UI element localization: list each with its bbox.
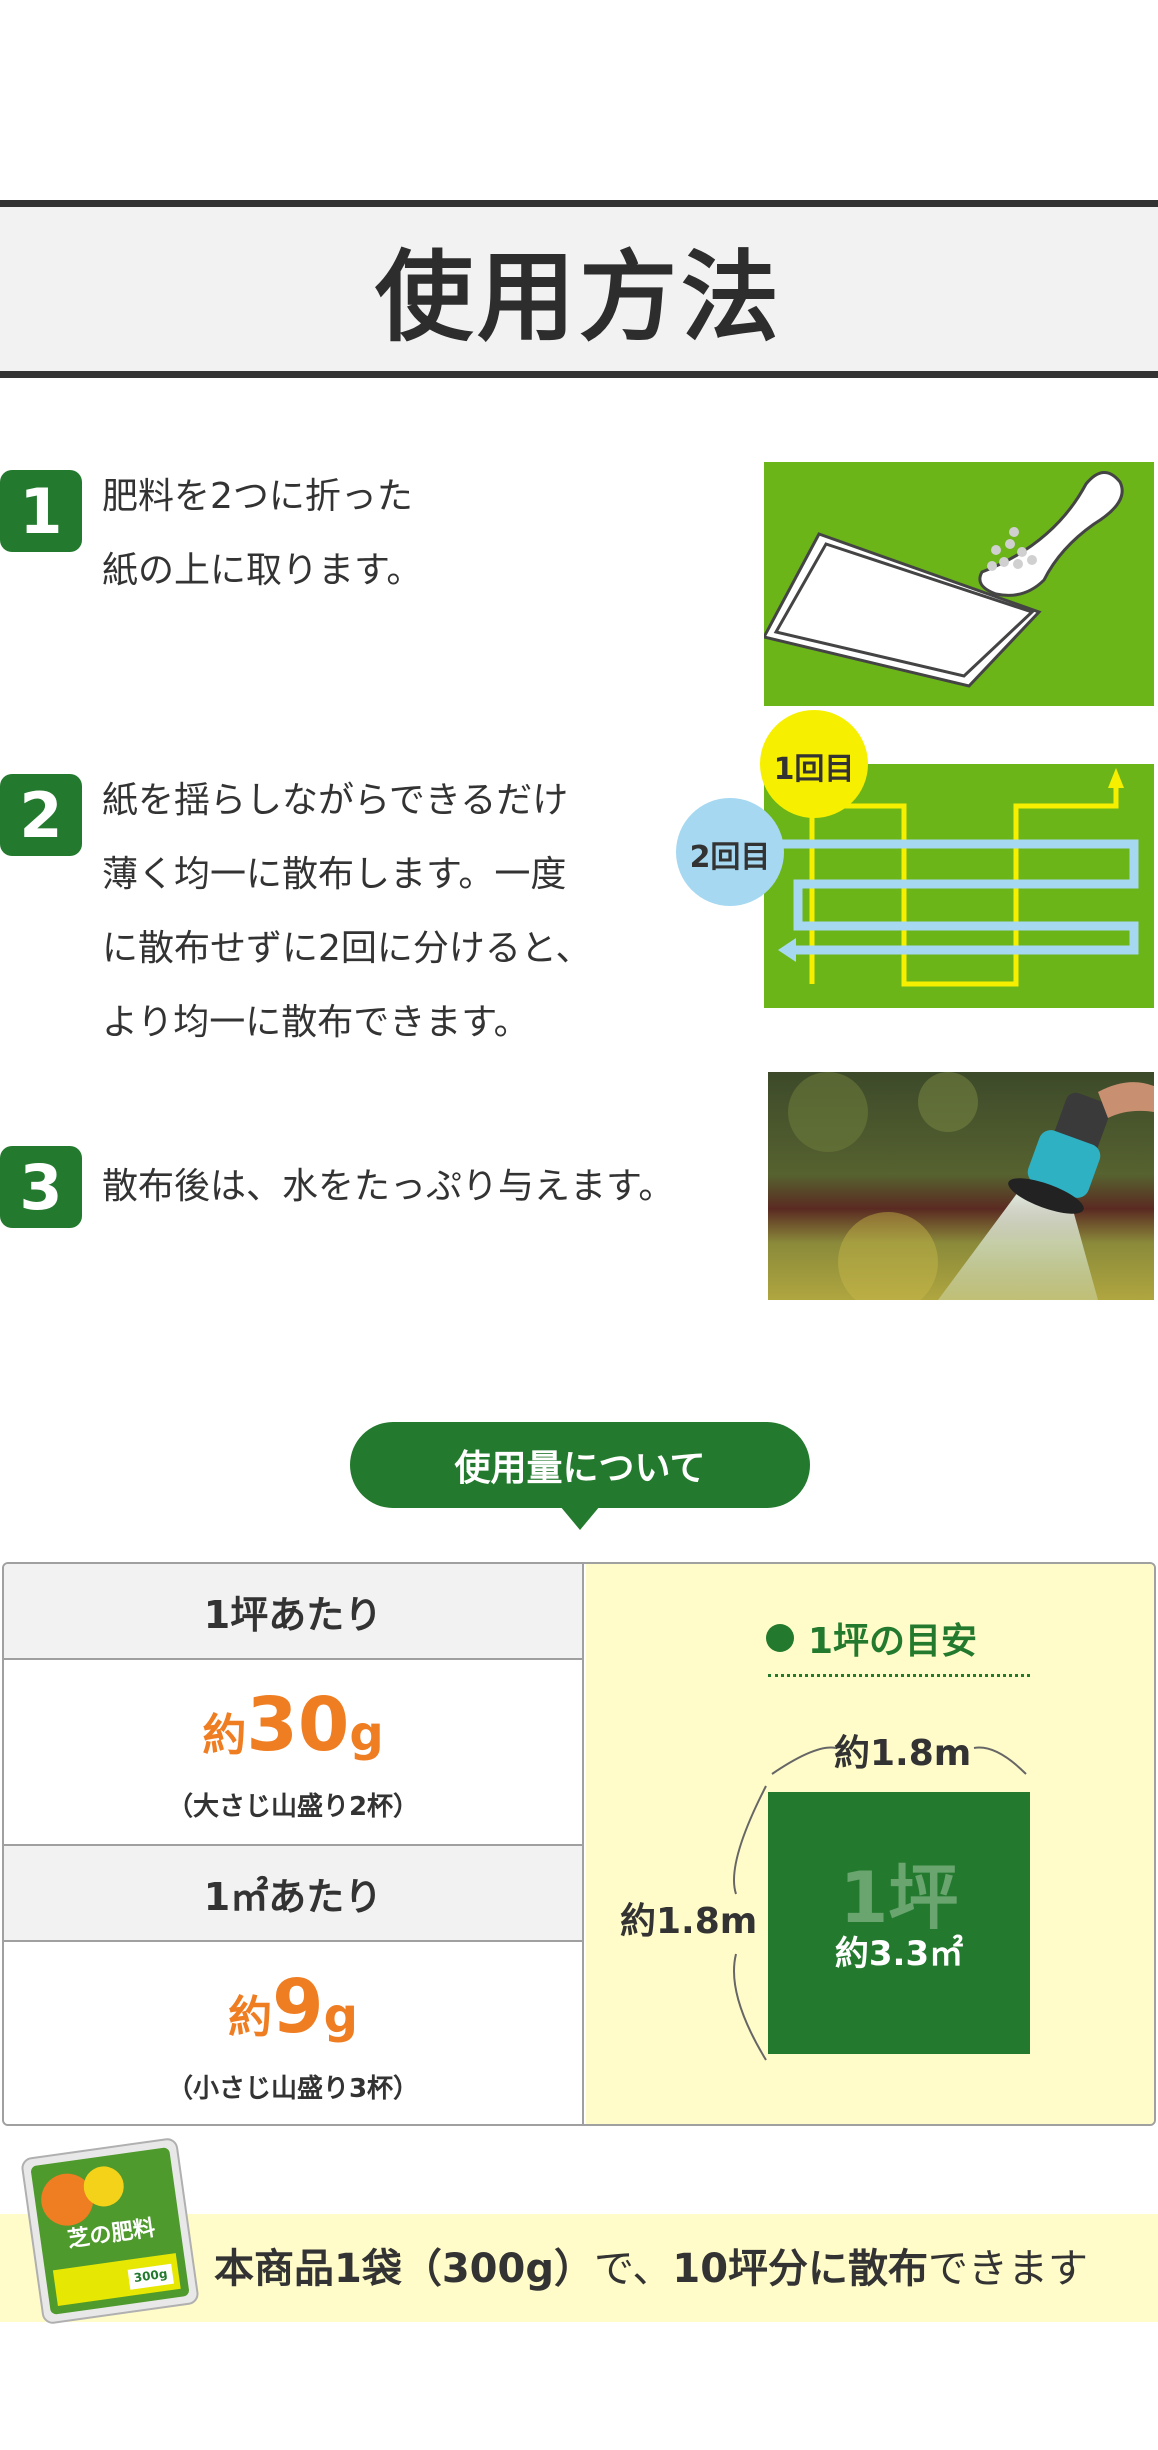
- step-number-1: 1: [0, 470, 82, 552]
- bottom-message-plain: できます: [928, 2246, 1089, 2292]
- usage-heading-pill: 使用量について: [350, 1422, 810, 1508]
- tsubo-guide: 1坪の目安 約1.8m 約1.8m 1坪 約3.3㎡: [586, 1564, 1154, 2124]
- per-tsubo-amount-cell: 約30g （大さじ山盛り2杯）: [4, 1660, 582, 1846]
- per-tsubo-amount: 約30g: [4, 1682, 582, 1768]
- step-1-line: 肥料を2つに折った: [102, 476, 413, 517]
- watering-photo: [768, 1072, 1154, 1300]
- per-sqm-note: （小さじ山盛り3杯）: [166, 2074, 420, 2104]
- usage-table: 1坪あたり 約30g （大さじ山盛り2杯） 1㎡あたり 約9g （小さじ山盛り3…: [2, 1562, 1156, 2126]
- per-tsubo-note: （大さじ山盛り2杯）: [166, 1792, 420, 1822]
- step-1-text: 肥料を2つに折った 紙の上に取ります。: [102, 460, 422, 608]
- amount-unit: g: [349, 1706, 384, 1762]
- amount-unit: g: [323, 1988, 358, 2044]
- guide-height-label: 約1.8m: [620, 1901, 758, 1942]
- step-2-line: 薄く均一に散布します。一度: [102, 854, 567, 895]
- amount-prefix: 約: [228, 1992, 273, 2043]
- tsubo-square: 1坪 約3.3㎡: [768, 1792, 1030, 2054]
- second-pass-label: 2回目: [689, 840, 771, 875]
- bottom-message-plain: で、: [593, 2246, 673, 2292]
- amount-prefix: 約: [202, 1710, 247, 1761]
- step-1-illustration: [764, 462, 1154, 706]
- step-number-3: 3: [0, 1146, 82, 1228]
- step-2-line: 紙を揺らしながらできるだけ: [102, 780, 569, 821]
- bottom-message-bold: 本商品1袋（300g）: [214, 2246, 594, 2292]
- per-tsubo-header: 1坪あたり: [4, 1564, 582, 1658]
- step-number-2: 2: [0, 774, 82, 856]
- bottom-message-bold: 10坪分に散布: [672, 2246, 929, 2292]
- section-title: 使用方法: [374, 241, 783, 355]
- step-2-illustration: 1回目 2回目: [676, 704, 1154, 1008]
- step-3-text: 散布後は、水をたっぷり与えます。: [102, 1150, 674, 1224]
- product-package-image: 芝の肥料 300g: [14, 2131, 205, 2331]
- amount-value: 9: [272, 1964, 324, 2050]
- bottom-message: 本商品1袋（300g）で、10坪分に散布できます: [214, 2236, 1088, 2294]
- step-2-line: より均一に散布できます。: [102, 1002, 530, 1043]
- first-pass-label: 1回目: [773, 752, 855, 787]
- step-2-line: に散布せずに2回に分けると、: [102, 928, 592, 969]
- tsubo-square-area: 約3.3㎡: [834, 1934, 964, 1974]
- pill-pointer: [560, 1506, 600, 1530]
- per-sqm-amount: 約9g: [4, 1964, 582, 2050]
- usage-amounts: 1坪あたり 約30g （大さじ山盛り2杯） 1㎡あたり 約9g （小さじ山盛り3…: [4, 1564, 584, 2124]
- per-sqm-amount-cell: 約9g （小さじ山盛り3杯）: [4, 1942, 582, 2124]
- section-title-banner: 使用方法: [0, 200, 1158, 378]
- step-2-text: 紙を揺らしながらできるだけ 薄く均一に散布します。一度 に散布せずに2回に分ける…: [102, 764, 591, 1060]
- per-sqm-header: 1㎡あたり: [4, 1846, 582, 1940]
- step-3-line: 散布後は、水をたっぷり与えます。: [102, 1166, 675, 1207]
- amount-value: 30: [246, 1682, 350, 1768]
- step-1-line: 紙の上に取ります。: [102, 550, 423, 591]
